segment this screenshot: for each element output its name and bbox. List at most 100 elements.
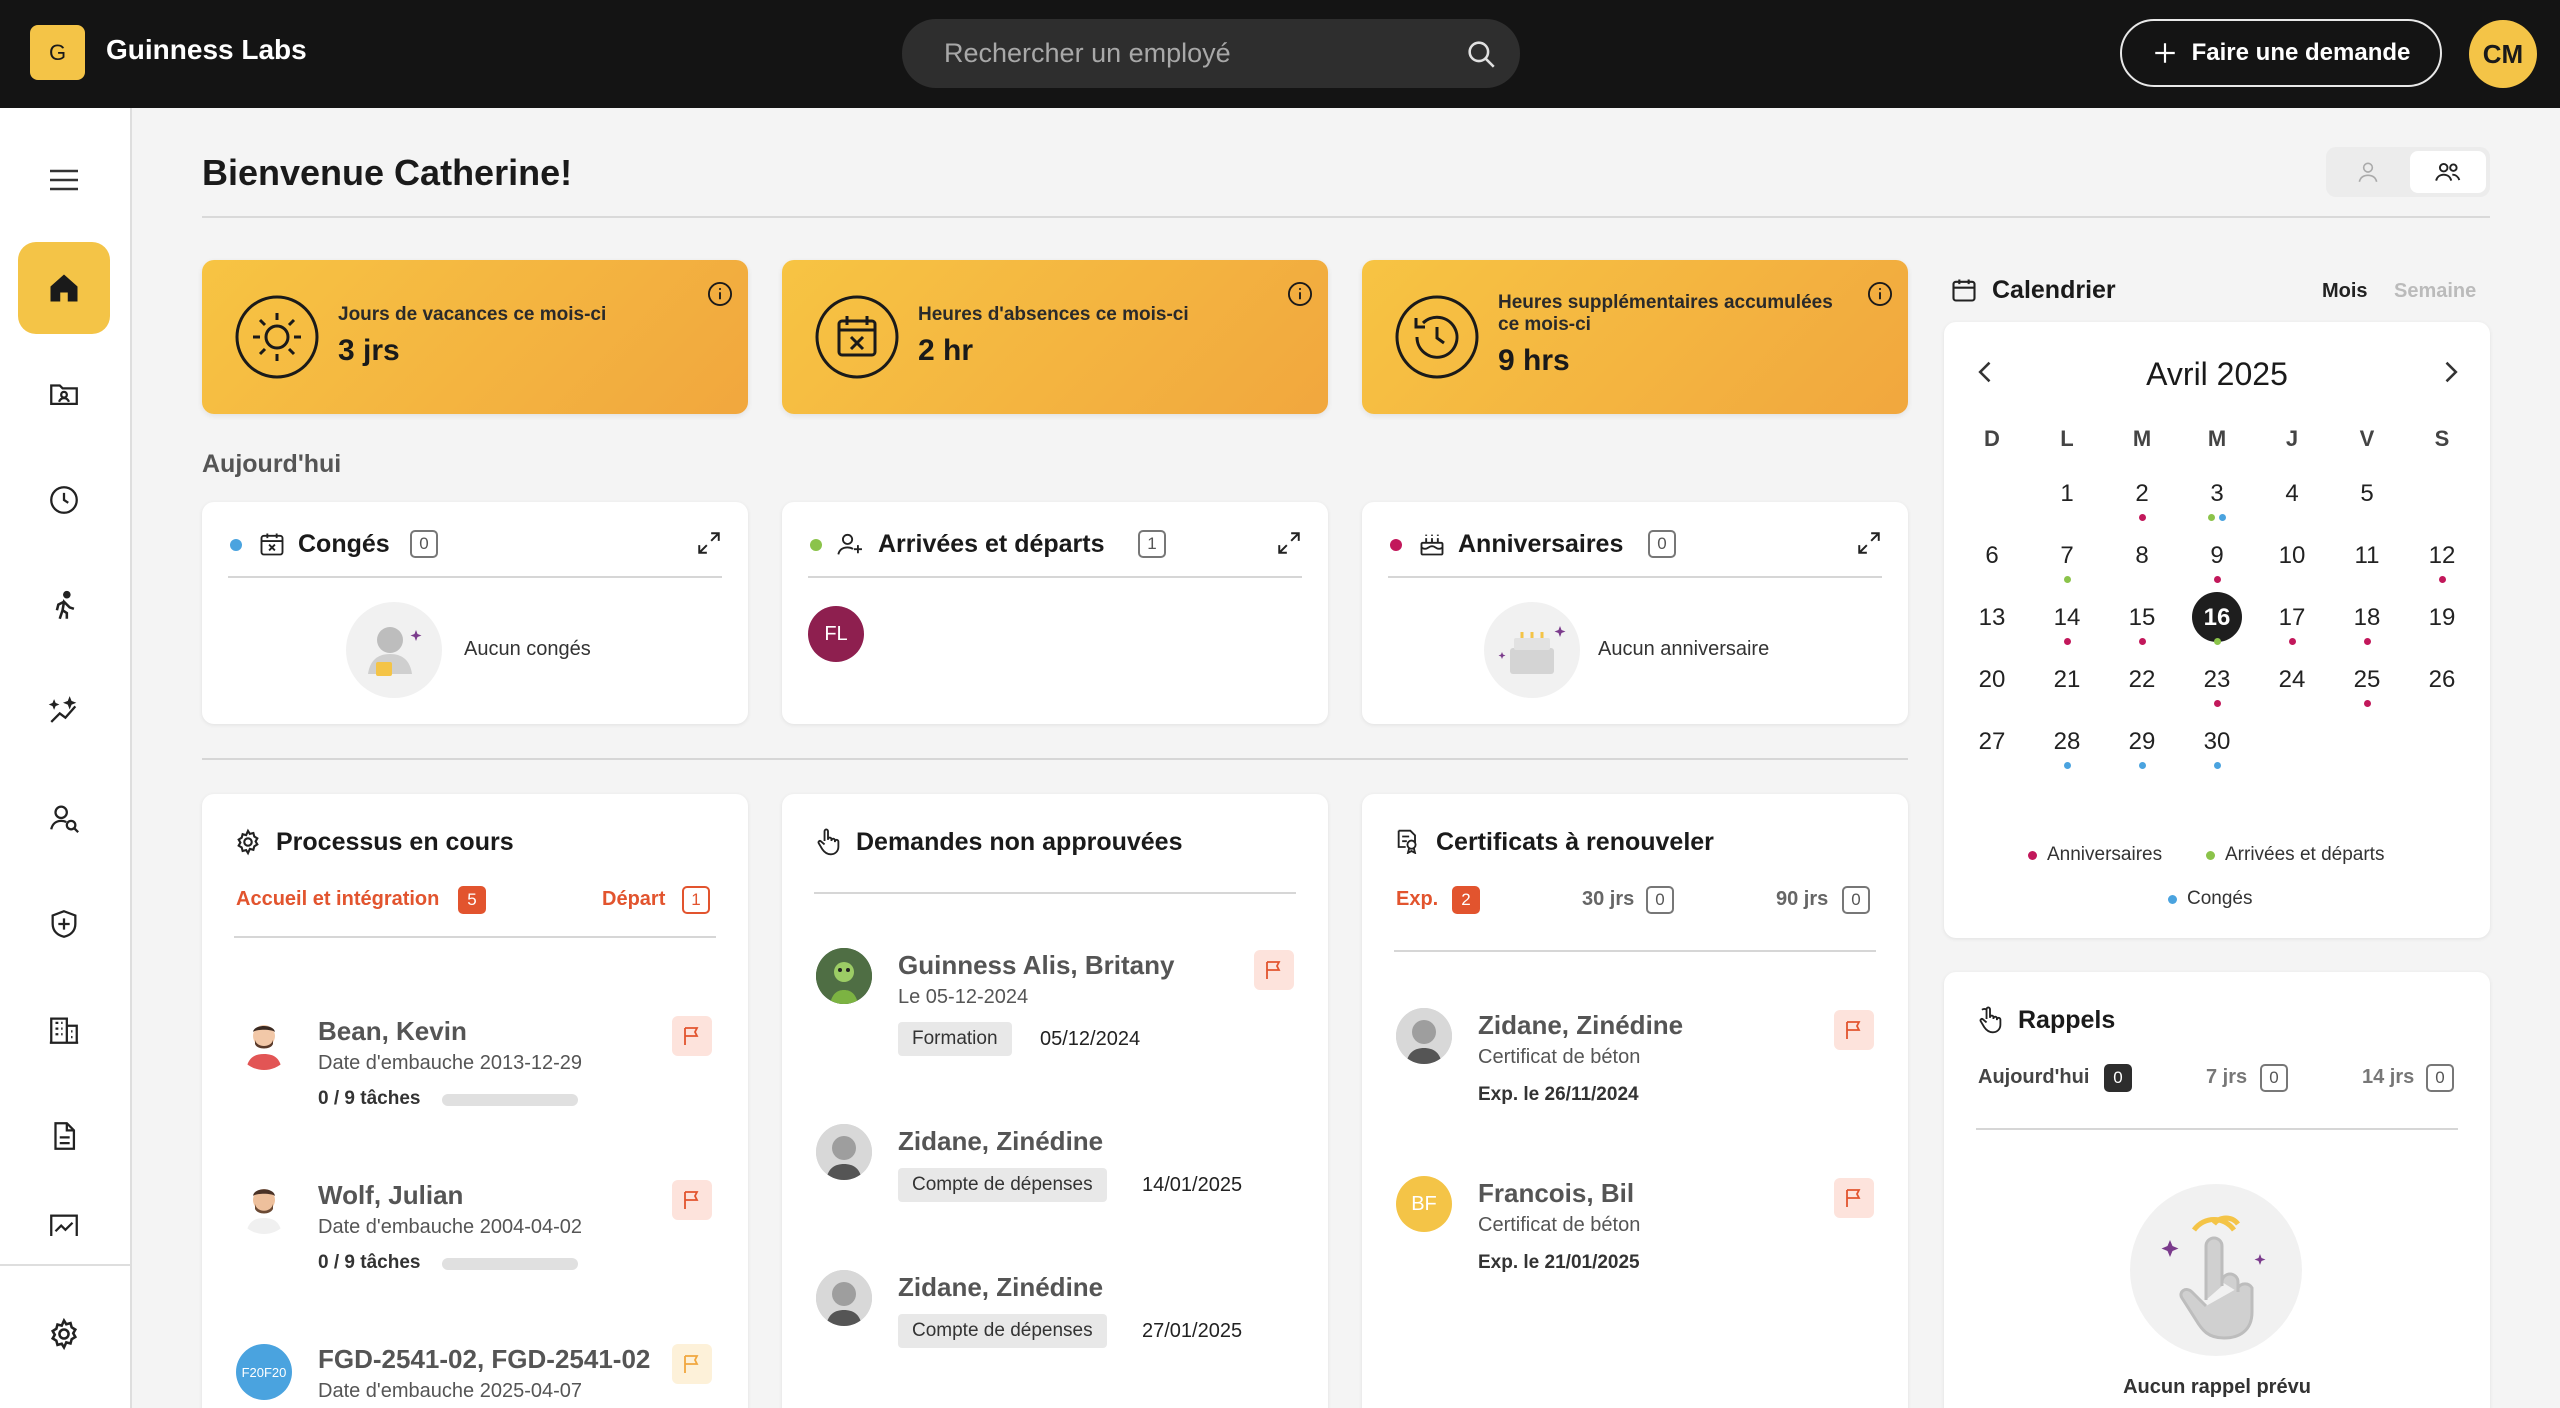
employee-name[interactable]: Wolf, Julian [318, 1180, 463, 1211]
calendar-day[interactable]: 11 [2337, 542, 2397, 570]
empty-message: Aucun congés [464, 638, 591, 660]
employee-name[interactable]: FGD-2541-02, FGD-2541-02 [318, 1344, 650, 1375]
calendar-day[interactable]: 28 [2037, 728, 2097, 756]
sidebar-item-activity[interactable] [18, 560, 110, 652]
calendar-day[interactable]: 15 [2112, 604, 2172, 632]
calendar-day[interactable]: 26 [2412, 666, 2472, 694]
employee-name[interactable]: Zidane, Zinédine [898, 1126, 1103, 1157]
kpi-overtime: Heures supplémentaires accumulées ce moi… [1362, 260, 1908, 414]
avatar [816, 1270, 872, 1326]
calendar-day[interactable]: 18 [2337, 604, 2397, 632]
search-icon[interactable] [1464, 37, 1498, 71]
event-dots [2112, 638, 2172, 646]
calendar-view-week[interactable]: Semaine [2394, 280, 2476, 303]
expand-icon[interactable] [696, 530, 722, 556]
sidebar-item-documents[interactable] [18, 1090, 110, 1182]
flag-button[interactable] [672, 1180, 712, 1220]
calendar-day[interactable]: 19 [2412, 604, 2472, 632]
avatar [1396, 1008, 1452, 1064]
sidebar-item-time[interactable] [18, 454, 110, 546]
flag-button[interactable] [672, 1016, 712, 1056]
tab-accueil[interactable]: Accueil et intégration [236, 888, 439, 911]
calendar-day[interactable]: 25 [2337, 666, 2397, 694]
sidebar-item-home[interactable] [18, 242, 110, 334]
info-icon[interactable] [1866, 280, 1894, 308]
tab-30-days[interactable]: 30 jrs [1582, 888, 1634, 911]
tab-7-days[interactable]: 7 jrs [2206, 1066, 2247, 1089]
flag-button[interactable] [1834, 1010, 1874, 1050]
tab-90-days[interactable]: 90 jrs [1776, 888, 1828, 911]
calendar-day[interactable]: 6 [1962, 542, 2022, 570]
sidebar-item-directory[interactable] [18, 348, 110, 440]
calendar-day[interactable]: 24 [2262, 666, 2322, 694]
sidebar-menu-toggle[interactable] [18, 134, 110, 226]
sidebar-item-company[interactable] [18, 984, 110, 1076]
hire-date: Date d'embauche 2004-04-02 [318, 1216, 583, 1238]
calendar-day[interactable]: 9 [2187, 542, 2247, 570]
tab-today[interactable]: Aujourd'hui [1978, 1066, 2089, 1089]
view-toggle-team[interactable] [2410, 151, 2486, 193]
search-input[interactable] [944, 19, 1424, 88]
expand-icon[interactable] [1856, 530, 1882, 556]
shield-icon [47, 907, 81, 941]
calendar-day[interactable]: 27 [1962, 728, 2022, 756]
calendar-day[interactable]: 29 [2112, 728, 2172, 756]
calendar-day[interactable]: 10 [2262, 542, 2322, 570]
calendar-day[interactable]: 13 [1962, 604, 2022, 632]
tab-expired[interactable]: Exp. [1396, 888, 1438, 911]
calendar-day[interactable]: 1 [2037, 480, 2097, 508]
request-button-label: Faire une demande [2191, 39, 2411, 66]
calendar-day[interactable]: 22 [2112, 666, 2172, 694]
flag-icon [680, 1024, 704, 1048]
event-dot [2138, 638, 2146, 645]
sidebar-item-security[interactable] [18, 878, 110, 970]
calendar-day[interactable]: 23 [2187, 666, 2247, 694]
calendar-day[interactable]: 30 [2187, 728, 2247, 756]
cake-icon [1418, 530, 1446, 558]
sidebar-item-recruitment[interactable] [18, 772, 110, 864]
chevron-right-icon[interactable] [2436, 358, 2464, 386]
sidebar-item-settings[interactable] [18, 1288, 110, 1380]
count-badge: 0 [1842, 886, 1870, 914]
calendar-day[interactable]: 21 [2037, 666, 2097, 694]
calendar-view-month[interactable]: Mois [2322, 280, 2368, 303]
calendar-day[interactable]: 2 [2112, 480, 2172, 508]
calendar-day[interactable]: 8 [2112, 542, 2172, 570]
calendar-day[interactable]: 5 [2337, 480, 2397, 508]
user-icon [2355, 159, 2381, 185]
tab-14-days[interactable]: 14 jrs [2362, 1066, 2414, 1089]
request-button[interactable]: Faire une demande [2120, 19, 2442, 87]
home-icon [46, 270, 82, 306]
sidebar-item-reports[interactable] [18, 1196, 110, 1236]
avatar[interactable]: FL [808, 606, 864, 662]
calendar-day[interactable]: 20 [1962, 666, 2022, 694]
employee-name[interactable]: Zidane, Zinédine [1478, 1010, 1683, 1041]
calendar-day[interactable]: 3 [2187, 480, 2247, 508]
app-logo[interactable]: G [30, 25, 85, 80]
calendar-day[interactable]: 4 [2262, 480, 2322, 508]
flag-button[interactable] [672, 1344, 712, 1384]
tab-depart[interactable]: Départ [602, 888, 665, 911]
employee-name[interactable]: Bean, Kevin [318, 1016, 467, 1047]
info-icon[interactable] [706, 280, 734, 308]
flag-button[interactable] [1834, 1178, 1874, 1218]
expand-icon[interactable] [1276, 530, 1302, 556]
flag-button[interactable] [1254, 950, 1294, 990]
calendar-day[interactable]: 14 [2037, 604, 2097, 632]
event-dot [2213, 700, 2221, 707]
kpi-absences: Heures d'absences ce mois-ci 2 hr [782, 260, 1328, 414]
employee-name[interactable]: Zidane, Zinédine [898, 1272, 1103, 1303]
sidebar-item-analytics[interactable] [18, 666, 110, 758]
view-toggle-personal[interactable] [2330, 151, 2406, 193]
user-avatar[interactable]: CM [2469, 20, 2537, 88]
info-icon[interactable] [1286, 280, 1314, 308]
calendar-day[interactable]: 12 [2412, 542, 2472, 570]
count-badge: 0 [410, 530, 438, 558]
count-badge: 0 [2426, 1064, 2454, 1092]
flag-icon [1842, 1018, 1866, 1042]
employee-name[interactable]: Guinness Alis, Britany [898, 950, 1174, 981]
calendar-day[interactable]: 17 [2262, 604, 2322, 632]
calendar-day[interactable]: 16 [2187, 604, 2247, 632]
calendar-day[interactable]: 7 [2037, 542, 2097, 570]
employee-name[interactable]: Francois, Bil [1478, 1178, 1634, 1209]
